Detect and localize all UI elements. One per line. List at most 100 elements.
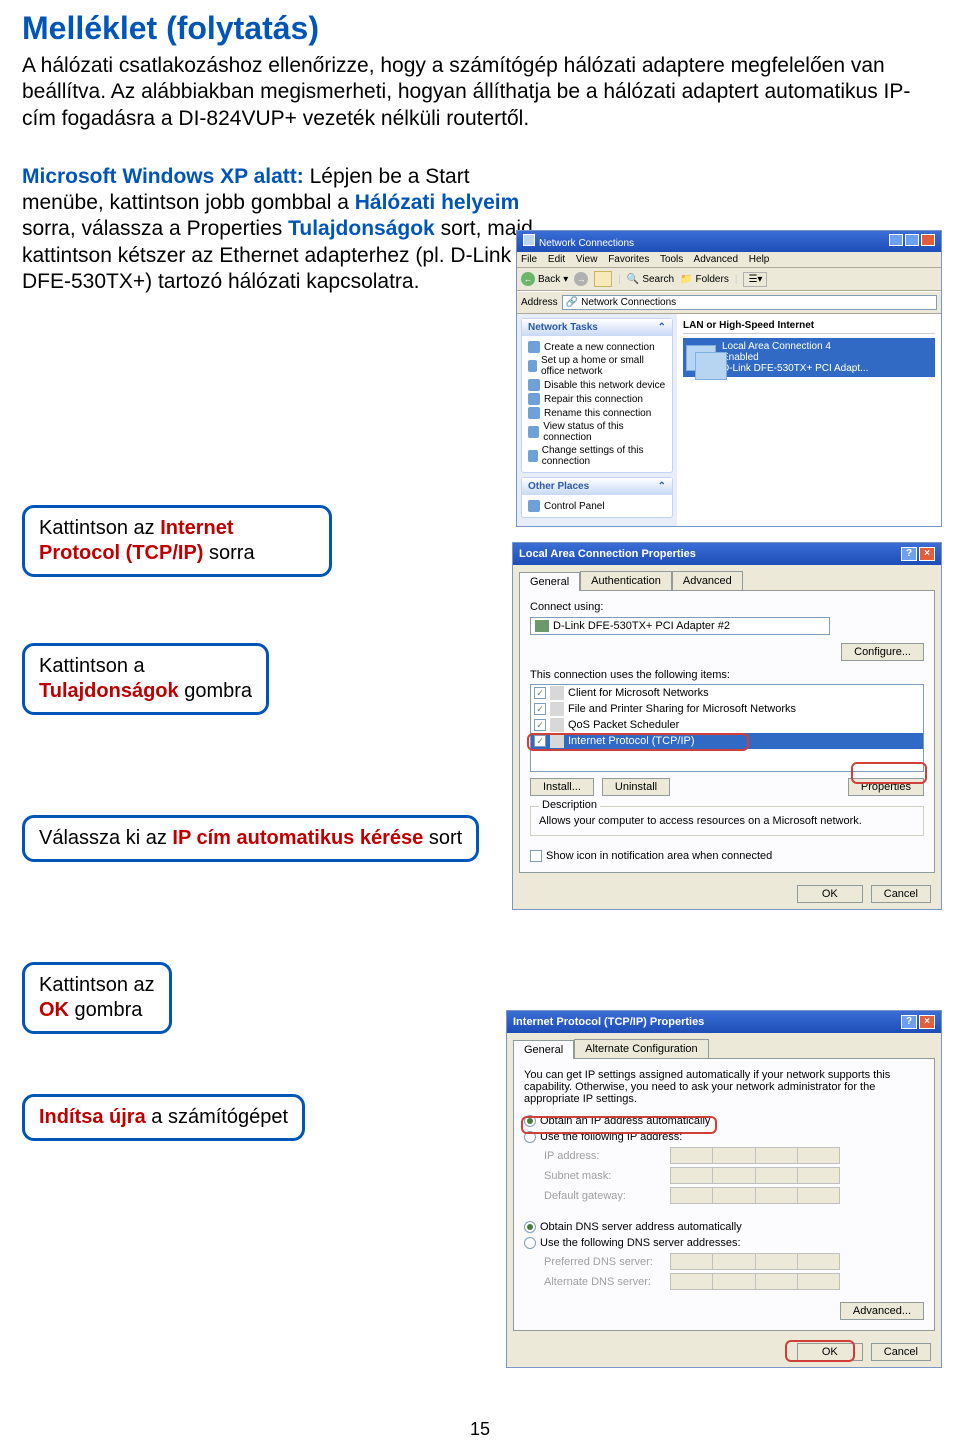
cancel-button[interactable]: Cancel xyxy=(871,885,931,903)
show-icon-checkbox[interactable] xyxy=(530,850,542,862)
menu-favorites[interactable]: Favorites xyxy=(608,254,649,265)
item-qos[interactable]: ✓QoS Packet Scheduler xyxy=(531,717,923,733)
description-label: Description xyxy=(539,799,600,811)
preferred-dns-row: Preferred DNS server: xyxy=(544,1253,924,1270)
other-control-panel[interactable]: Control Panel xyxy=(528,499,666,513)
folders-button[interactable]: 📁Folders xyxy=(680,274,729,285)
other-places-header[interactable]: Other Places⌃ xyxy=(522,478,672,495)
close-button[interactable] xyxy=(921,234,935,246)
callout-restart: Indítsa újra a számítógépet xyxy=(22,1094,305,1141)
help-button[interactable]: ? xyxy=(901,547,917,561)
blurb-text: You can get IP settings assigned automat… xyxy=(524,1069,924,1105)
tab-advanced[interactable]: Advanced xyxy=(672,571,743,590)
task-disable-device[interactable]: Disable this network device xyxy=(528,378,666,392)
menu-view[interactable]: View xyxy=(576,254,598,265)
views-button[interactable]: ☰▾ xyxy=(743,272,767,287)
tcpip-properties-dialog: Internet Protocol (TCP/IP) Properties ?×… xyxy=(506,1010,942,1368)
description-group: Description Allows your computer to acce… xyxy=(530,806,924,836)
connection-state: Enabled xyxy=(722,352,868,363)
configure-button[interactable]: Configure... xyxy=(841,643,924,661)
task-repair[interactable]: Repair this connection xyxy=(528,392,666,406)
radio-obtain-dns-auto[interactable]: Obtain DNS server address automatically xyxy=(524,1221,924,1233)
network-tasks-header[interactable]: Network Tasks⌃ xyxy=(522,319,672,336)
up-button[interactable] xyxy=(594,271,612,287)
tabs: General Alternate Configuration xyxy=(507,1033,941,1058)
connect-using-label: Connect using: xyxy=(530,601,924,613)
adapter-icon xyxy=(535,620,549,632)
ip-address-row: IP address: xyxy=(544,1147,924,1164)
lac-properties-dialog: Local Area Connection Properties ?× Gene… xyxy=(512,542,942,910)
network-icon xyxy=(523,234,535,246)
address-input[interactable]: 🔗Network Connections xyxy=(562,295,937,310)
forward-button[interactable]: → xyxy=(574,272,588,286)
close-button[interactable]: × xyxy=(919,547,935,561)
callout-click-properties: Kattintson a Tulajdonságok gombra xyxy=(22,643,269,715)
callout-click-tcpip: Kattintson az Internet Protocol (TCP/IP)… xyxy=(22,505,332,577)
preferred-dns-field xyxy=(670,1253,840,1270)
tab-alternate[interactable]: Alternate Configuration xyxy=(574,1039,709,1058)
close-button[interactable]: × xyxy=(919,1015,935,1029)
search-button[interactable]: 🔍Search xyxy=(627,274,674,285)
tab-general[interactable]: General xyxy=(513,1040,574,1059)
sidebar: Network Tasks⌃ Create a new connection S… xyxy=(517,314,677,526)
minimize-button[interactable] xyxy=(889,234,903,246)
properties-label: Tulajdonságok xyxy=(288,217,435,240)
tab-general[interactable]: General xyxy=(519,572,580,591)
item-file-printer-sharing[interactable]: ✓File and Printer Sharing for Microsoft … xyxy=(531,701,923,717)
properties-highlight xyxy=(851,762,927,784)
item-client-msnet[interactable]: ✓Client for Microsoft Networks xyxy=(531,685,923,701)
task-create-connection[interactable]: Create a new connection xyxy=(528,340,666,354)
description-text: Allows your computer to access resources… xyxy=(539,815,915,827)
dialog-titlebar[interactable]: Internet Protocol (TCP/IP) Properties ?× xyxy=(507,1011,941,1033)
tab-authentication[interactable]: Authentication xyxy=(580,571,672,590)
menu-file[interactable]: File xyxy=(521,254,537,265)
callout-select-auto-ip: Válassza ki az IP cím automatikus kérése… xyxy=(22,815,479,862)
network-icon: 🔗 xyxy=(566,297,578,308)
menu-advanced[interactable]: Advanced xyxy=(694,254,738,265)
alternate-dns-field xyxy=(670,1273,840,1290)
dialog-title-text: Internet Protocol (TCP/IP) Properties xyxy=(513,1016,704,1028)
ip-address-field xyxy=(670,1147,840,1164)
window-titlebar[interactable]: Network Connections xyxy=(517,231,941,252)
install-button[interactable]: Install... xyxy=(530,778,594,796)
address-label: Address xyxy=(521,297,558,308)
task-rename[interactable]: Rename this connection xyxy=(528,406,666,420)
dialog-title-text: Local Area Connection Properties xyxy=(519,548,696,560)
help-button[interactable]: ? xyxy=(901,1015,917,1029)
maximize-button[interactable] xyxy=(905,234,919,246)
menu-tools[interactable]: Tools xyxy=(660,254,683,265)
search-icon: 🔍 xyxy=(627,274,639,285)
folders-icon: 📁 xyxy=(680,274,692,285)
p2-body2: sorra, válassza a Properties xyxy=(22,217,288,240)
menu-bar: File Edit View Favorites Tools Advanced … xyxy=(517,252,941,268)
dialog-titlebar[interactable]: Local Area Connection Properties ?× xyxy=(513,543,941,565)
alternate-dns-row: Alternate DNS server: xyxy=(544,1273,924,1290)
local-area-connection-item[interactable]: Local Area Connection 4 Enabled D-Link D… xyxy=(683,338,935,377)
network-connections-window: Network Connections File Edit View Favor… xyxy=(516,230,942,527)
menu-edit[interactable]: Edit xyxy=(548,254,565,265)
category-header: LAN or High-Speed Internet xyxy=(683,320,935,334)
radio-use-dns[interactable]: Use the following DNS server addresses: xyxy=(524,1237,924,1249)
gateway-field xyxy=(670,1187,840,1204)
uninstall-button[interactable]: Uninstall xyxy=(602,778,670,796)
cancel-button[interactable]: Cancel xyxy=(871,1343,931,1361)
task-view-status[interactable]: View status of this connection xyxy=(528,420,666,444)
adapter-field: D-Link DFE-530TX+ PCI Adapter #2 xyxy=(530,617,830,635)
back-button[interactable]: ←Back ▾ xyxy=(521,272,568,286)
menu-help[interactable]: Help xyxy=(749,254,770,265)
task-change-settings[interactable]: Change settings of this connection xyxy=(528,444,666,468)
ok-highlight xyxy=(785,1340,855,1362)
tabs: General Authentication Advanced xyxy=(513,565,941,590)
items-listbox[interactable]: ✓Client for Microsoft Networks ✓File and… xyxy=(530,684,924,772)
show-icon-row[interactable]: Show icon in notification area when conn… xyxy=(530,850,924,862)
task-setup-network[interactable]: Set up a home or small office network xyxy=(528,354,666,378)
ok-button[interactable]: OK xyxy=(797,885,863,903)
intro-paragraph: A hálózati csatlakozáshoz ellenőrizze, h… xyxy=(22,53,938,132)
tcpip-highlight xyxy=(527,733,749,751)
advanced-button[interactable]: Advanced... xyxy=(840,1302,924,1320)
connection-name: Local Area Connection 4 xyxy=(722,341,868,352)
connection-device: D-Link DFE-530TX+ PCI Adapt... xyxy=(722,363,868,374)
toolbar: ←Back ▾ → | 🔍Search 📁Folders | ☰▾ xyxy=(517,268,941,291)
subnet-field xyxy=(670,1167,840,1184)
window-title-text: Network Connections xyxy=(539,238,634,249)
